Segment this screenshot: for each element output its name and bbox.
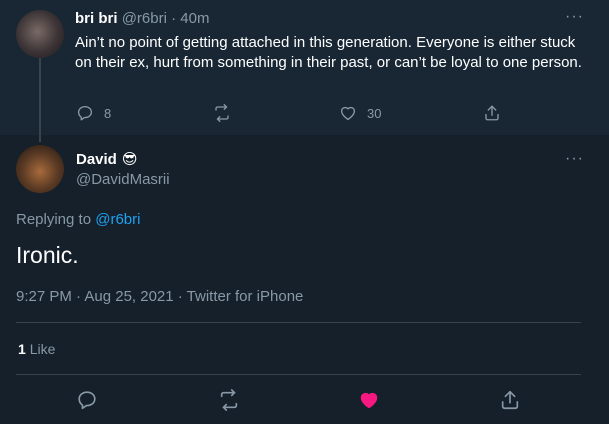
reply-icon (78, 391, 96, 410)
replying-to: Replying to @r6bri (16, 211, 140, 228)
tweet-text: Ironic. (16, 242, 79, 268)
like-button[interactable]: 30 (339, 104, 381, 122)
reply-count: 8 (104, 105, 112, 121)
reply-button[interactable] (76, 389, 98, 416)
share-button[interactable] (483, 104, 501, 122)
share-icon (485, 105, 499, 121)
heart-outline-icon (340, 106, 356, 121)
retweet-icon (215, 104, 229, 122)
display-name-row: David 😎 (76, 150, 138, 169)
sunglasses-emoji-icon: 😎 (121, 151, 138, 168)
timestamp[interactable]: 40m (180, 10, 209, 27)
handle[interactable]: @r6bri (122, 10, 167, 27)
reply-icon (77, 105, 93, 121)
display-name[interactable]: David (76, 151, 117, 168)
like-count: 30 (367, 105, 382, 121)
separator: · (171, 10, 177, 27)
more-options-icon[interactable]: ··· (565, 151, 584, 167)
handle[interactable]: @DavidMasrii (76, 171, 170, 188)
heart-filled-icon (360, 392, 378, 409)
replying-prefix: Replying to (16, 211, 92, 228)
share-icon (501, 390, 519, 410)
parent-tweet-header: bri bri @r6bri · 40m (75, 10, 209, 27)
likes-label: Like (29, 341, 56, 357)
like-button[interactable] (358, 389, 380, 416)
thread-connector-line (39, 56, 41, 142)
likes-count: 1 (18, 341, 26, 357)
display-name[interactable]: bri bri (75, 10, 118, 27)
replying-to-link[interactable]: @r6bri (95, 211, 140, 228)
divider (16, 374, 581, 375)
retweet-icon (220, 389, 238, 411)
retweet-button[interactable] (217, 389, 241, 416)
more-options-icon[interactable]: ··· (565, 9, 584, 25)
share-button[interactable] (499, 389, 521, 416)
likes-stat[interactable]: 1 Like (18, 341, 55, 357)
avatar[interactable] (16, 10, 64, 58)
reply-button[interactable]: 8 (76, 104, 111, 122)
parent-tweet-text: Ain’t no point of getting attached in th… (75, 34, 582, 71)
retweet-button[interactable] (212, 104, 232, 122)
divider (16, 322, 581, 323)
tweet-meta[interactable]: 9:27 PM · Aug 25, 2021 · Twitter for iPh… (16, 288, 303, 305)
avatar[interactable] (16, 145, 64, 193)
